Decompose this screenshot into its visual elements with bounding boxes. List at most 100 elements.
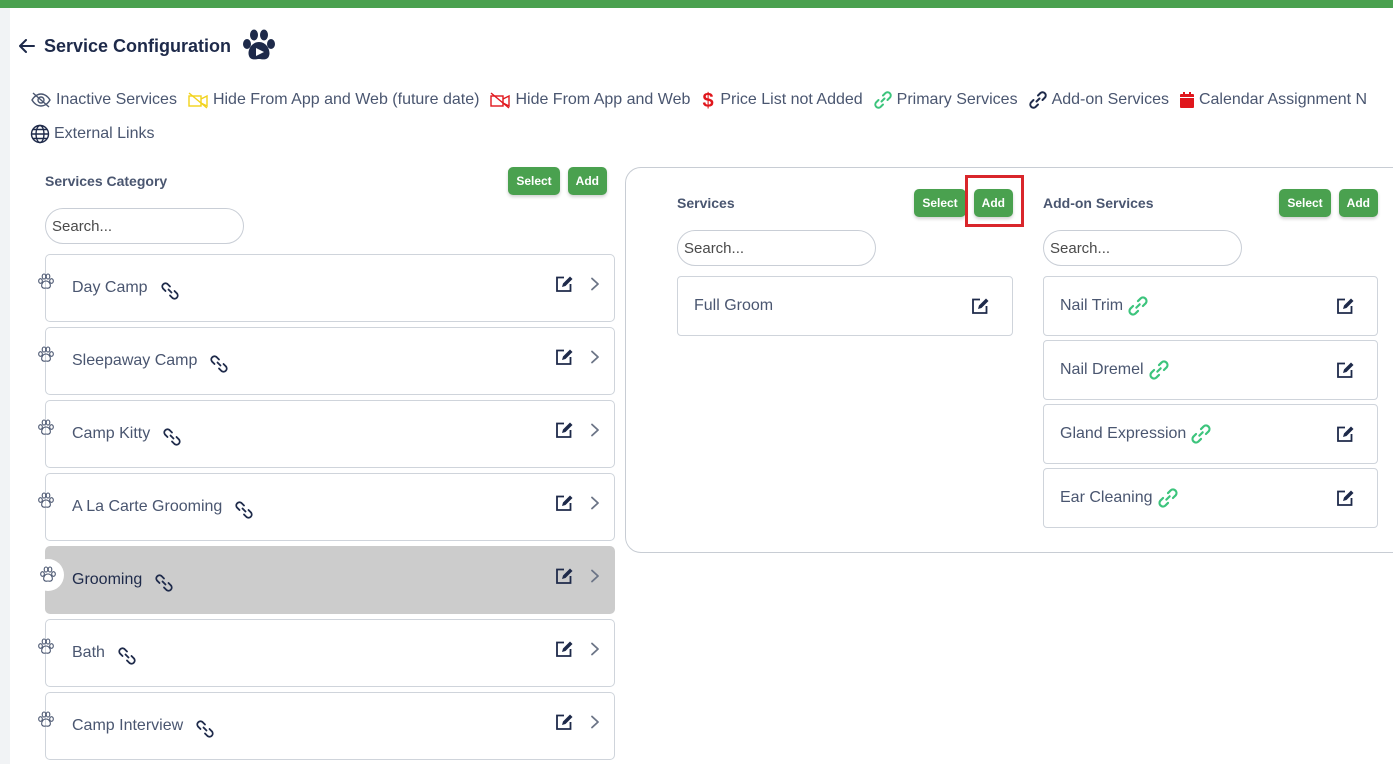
chevron-right-icon[interactable] — [590, 715, 600, 729]
link-green-icon — [1157, 487, 1179, 509]
edit-icon[interactable] — [555, 421, 574, 439]
addon-services-header: Add-on Services Select Add — [1043, 189, 1378, 217]
edit-icon[interactable] — [555, 713, 574, 731]
addon-item-label: Gland Expression — [1060, 425, 1187, 442]
addon-services-list: Nail Trim Nail Dremel Gland Expression Ear … — [1043, 276, 1378, 532]
chevron-right-icon[interactable] — [590, 642, 600, 656]
link-icon — [195, 719, 215, 739]
addon-service-item[interactable]: Nail Dremel — [1043, 340, 1378, 400]
category-select-button[interactable]: Select — [508, 167, 560, 195]
legend-addon-services: Add-on Services — [1028, 90, 1169, 110]
category-item[interactable]: Sleepaway Camp — [38, 327, 615, 395]
addon-service-item[interactable]: Ear Cleaning — [1043, 468, 1378, 528]
link-green-icon — [1190, 423, 1212, 445]
legend-inactive-services: Inactive Services — [30, 91, 177, 109]
legend-primary-services: Primary Services — [873, 90, 1018, 110]
services-header: Services Select Add — [677, 189, 1013, 217]
svg-text:$: $ — [703, 90, 714, 111]
page-title: Service Configuration — [44, 35, 232, 56]
category-item[interactable]: Camp Kitty — [38, 400, 615, 468]
addon-item-label: Ear Cleaning — [1060, 489, 1153, 506]
chevron-right-icon[interactable] — [590, 350, 600, 364]
category-item[interactable]: Camp Interview — [38, 692, 615, 760]
edit-icon[interactable] — [1336, 489, 1355, 507]
addon-select-button[interactable]: Select — [1279, 189, 1331, 217]
addon-services-label: Add-on Services — [1043, 195, 1154, 211]
link-icon — [162, 427, 182, 447]
addon-item-label: Nail Trim — [1060, 297, 1124, 314]
services-label: Services — [677, 195, 735, 211]
category-item-label: Day Camp — [72, 279, 148, 296]
edit-icon[interactable] — [555, 567, 574, 585]
link-icon — [117, 646, 137, 666]
addon-service-item[interactable]: Gland Expression — [1043, 404, 1378, 464]
paw-drag-handle-icon[interactable] — [36, 491, 56, 511]
category-item[interactable]: Grooming — [32, 546, 615, 614]
service-item-label: Full Groom — [694, 297, 774, 314]
video-slash-yellow-icon — [188, 92, 208, 109]
services-select-button[interactable]: Select — [914, 189, 966, 217]
link-icon — [160, 281, 180, 301]
edit-icon[interactable] — [971, 297, 990, 315]
category-item-label: Sleepaway Camp — [72, 352, 198, 369]
video-slash-red-icon — [490, 92, 511, 109]
edit-icon[interactable] — [1336, 425, 1355, 443]
category-item-label: Grooming — [72, 571, 143, 588]
category-item-label: Camp Kitty — [72, 425, 151, 442]
paw-play-logo-icon — [239, 29, 279, 63]
paw-drag-handle-icon[interactable] — [36, 710, 56, 730]
legend-hide-app-web: Hide From App and Web — [489, 91, 690, 109]
services-search-input[interactable] — [677, 230, 876, 266]
chevron-right-icon[interactable] — [590, 496, 600, 510]
services-add-button[interactable]: Add — [973, 189, 1013, 217]
services-list: Full Groom — [677, 276, 1013, 340]
top-accent-bar — [0, 0, 1393, 8]
service-item[interactable]: Full Groom — [677, 276, 1013, 336]
paw-drag-handle-icon[interactable] — [36, 345, 56, 365]
paw-drag-handle-icon[interactable] — [36, 637, 56, 657]
link-icon — [234, 500, 254, 520]
left-nav-strip — [0, 8, 10, 764]
category-item-label: Camp Interview — [72, 717, 184, 734]
addon-add-button[interactable]: Add — [1338, 189, 1378, 217]
link-green-icon — [1148, 359, 1170, 381]
category-item-label: A La Carte Grooming — [72, 498, 223, 515]
category-item[interactable]: A La Carte Grooming — [38, 473, 615, 541]
chevron-right-icon[interactable] — [590, 423, 600, 437]
category-add-button[interactable]: Add — [567, 167, 607, 195]
link-icon — [209, 354, 229, 374]
edit-icon[interactable] — [555, 494, 574, 512]
link-icon — [154, 573, 174, 593]
edit-icon[interactable] — [555, 348, 574, 366]
legend-external-links: External Links — [30, 124, 155, 144]
calendar-icon — [1179, 92, 1194, 108]
globe-icon — [30, 124, 50, 144]
category-item[interactable]: Bath — [38, 619, 615, 687]
paw-drag-handle-icon[interactable] — [36, 272, 56, 292]
edit-icon[interactable] — [555, 640, 574, 658]
chevron-right-icon[interactable] — [590, 277, 600, 291]
paw-drag-handle-icon[interactable] — [32, 559, 64, 591]
page-header: Service Configuration — [18, 29, 279, 63]
category-item-label: Bath — [72, 644, 105, 661]
eye-slash-icon — [31, 92, 51, 108]
services-category-label: Services Category — [45, 173, 168, 189]
legend-hide-future: Hide From App and Web (future date) — [187, 91, 479, 109]
arrow-left-icon[interactable] — [18, 37, 36, 55]
icon-legend: Inactive Services Hide From App and Web … — [30, 88, 1393, 146]
dollar-icon: $ — [703, 90, 714, 111]
addon-item-label: Nail Dremel — [1060, 361, 1144, 378]
link-green-icon — [1127, 295, 1149, 317]
paw-drag-handle-icon[interactable] — [36, 418, 56, 438]
edit-icon[interactable] — [555, 275, 574, 293]
category-list: Day Camp Sleepaway Camp Camp Kitty A La Car… — [32, 254, 615, 764]
chevron-right-icon[interactable] — [590, 569, 600, 583]
edit-icon[interactable] — [1336, 297, 1355, 315]
link-green-icon — [874, 91, 892, 109]
link-navy-icon — [1028, 91, 1047, 109]
category-item[interactable]: Day Camp — [38, 254, 615, 322]
addon-service-item[interactable]: Nail Trim — [1043, 276, 1378, 336]
edit-icon[interactable] — [1336, 361, 1355, 379]
category-search-input[interactable] — [45, 208, 244, 244]
addon-search-input[interactable] — [1043, 230, 1242, 266]
